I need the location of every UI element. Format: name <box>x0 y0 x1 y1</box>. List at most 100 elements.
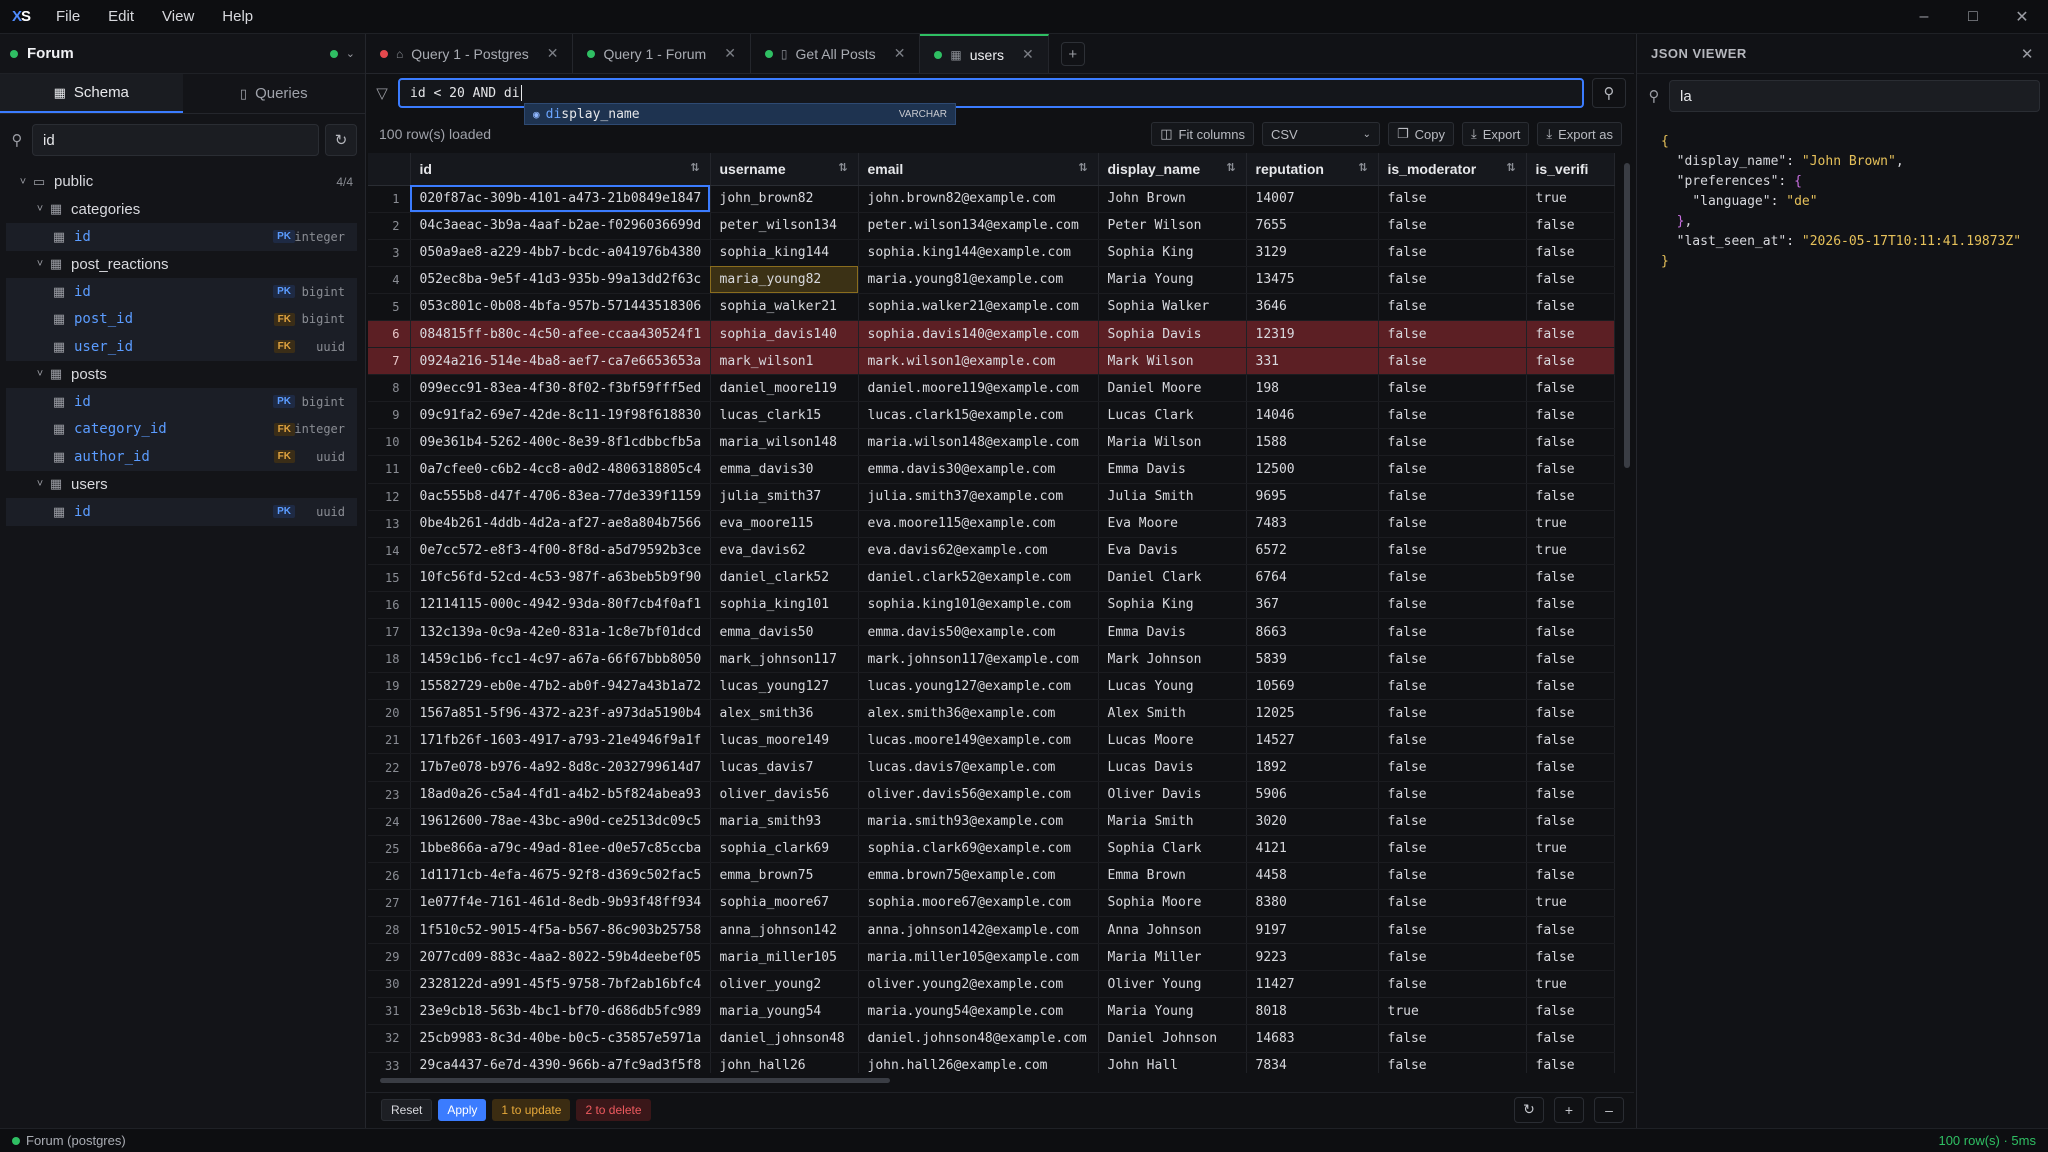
cell-email[interactable]: maria.wilson148@example.com <box>858 428 1099 457</box>
cell-is_moderator[interactable]: false <box>1378 672 1527 701</box>
cell-username[interactable]: lucas_clark15 <box>710 401 859 430</box>
cell-is_verifi[interactable]: true <box>1526 835 1615 863</box>
cell-email[interactable]: anna.johnson142@example.com <box>858 916 1099 945</box>
cell-username[interactable]: mark_johnson117 <box>710 645 859 674</box>
cell-reputation[interactable]: 6764 <box>1246 564 1379 592</box>
cell-is_verifi[interactable]: true <box>1526 185 1615 213</box>
table-row[interactable]: 22 17b7e078-b976-4a92-8d8c-2032799614d7 lu… <box>368 753 1615 782</box>
cell-is_verifi[interactable]: false <box>1526 672 1615 701</box>
cell-is_verifi[interactable]: false <box>1526 645 1615 674</box>
cell-display_name[interactable]: Lucas Young <box>1098 672 1247 701</box>
cell-id[interactable]: 29ca4437-6e7d-4390-966b-a7fc9ad3f5f8 <box>410 1052 711 1073</box>
cell-username[interactable]: john_brown82 <box>710 185 859 213</box>
table-row[interactable]: 28 1f510c52-9015-4f5a-b567-86c903b25758 an… <box>368 916 1615 945</box>
column-header-username[interactable]: username ⇅ <box>710 153 859 186</box>
column-header-email[interactable]: email ⇅ <box>858 153 1099 186</box>
cell-display_name[interactable]: Daniel Moore <box>1098 374 1247 403</box>
table-row[interactable]: 15 10fc56fd-52cd-4c53-987f-a63beb5b9f90 da… <box>368 564 1615 592</box>
cell-reputation[interactable]: 14046 <box>1246 401 1379 430</box>
cell-display_name[interactable]: Peter Wilson <box>1098 212 1247 240</box>
cell-id[interactable]: 04c3aeac-3b9a-4aaf-b2ae-f0296036699d <box>410 212 711 240</box>
cell-is_moderator[interactable]: false <box>1378 401 1527 430</box>
close-icon[interactable]: ✕ <box>724 45 736 62</box>
cell-reputation[interactable]: 3020 <box>1246 808 1379 836</box>
table-row[interactable]: 30 2328122d-a991-45f5-9758-7bf2ab16bfc4 ol… <box>368 970 1615 999</box>
cell-is_verifi[interactable]: false <box>1526 781 1615 809</box>
cell-email[interactable]: emma.davis30@example.com <box>858 455 1099 484</box>
cell-email[interactable]: maria.smith93@example.com <box>858 808 1099 836</box>
cell-is_verifi[interactable]: false <box>1526 564 1615 592</box>
chevron-down-icon[interactable]: ⌄ <box>346 47 355 60</box>
close-window-icon[interactable]: ✕ <box>1998 0 2046 34</box>
cell-reputation[interactable]: 14527 <box>1246 726 1379 755</box>
table-row[interactable]: 26 1d1171cb-4efa-4675-92f8-d369c502fac5 em… <box>368 862 1615 890</box>
table-row[interactable]: 13 0be4b261-4ddb-4d2a-af27-ae8a804b7566 ev… <box>368 510 1615 538</box>
cell-email[interactable]: emma.davis50@example.com <box>858 618 1099 647</box>
cell-id[interactable]: 1459c1b6-fcc1-4c97-a67a-66f67bbb8050 <box>410 645 711 674</box>
cell-is_verifi[interactable]: false <box>1526 916 1615 945</box>
cell-display_name[interactable]: Lucas Davis <box>1098 753 1247 782</box>
delete-row-button[interactable]: – <box>1594 1096 1624 1123</box>
table-row[interactable]: 8 099ecc91-83ea-4f30-8f02-f3bf59fff5ed dan… <box>368 374 1615 403</box>
sort-icon[interactable]: ⇅ <box>838 161 847 174</box>
cell-is_verifi[interactable]: false <box>1526 347 1615 376</box>
table-row[interactable]: 6 084815ff-b80c-4c50-afee-ccaa430524f1 sop… <box>368 320 1615 349</box>
cell-email[interactable]: lucas.davis7@example.com <box>858 753 1099 782</box>
table-row[interactable]: 19 15582729-eb0e-47b2-ab0f-9427a43b1a72 lu… <box>368 672 1615 701</box>
cell-email[interactable]: sophia.clark69@example.com <box>858 835 1099 863</box>
cell-reputation[interactable]: 7655 <box>1246 212 1379 240</box>
table-row[interactable]: 18 1459c1b6-fcc1-4c97-a67a-66f67bbb8050 ma… <box>368 645 1615 674</box>
column-header-id[interactable]: id ⇅ <box>410 153 711 186</box>
cell-display_name[interactable]: Sophia King <box>1098 591 1247 620</box>
cell-id[interactable]: 0e7cc572-e8f3-4f00-8f8d-a5d79592b3ce <box>410 537 711 565</box>
cell-reputation[interactable]: 367 <box>1246 591 1379 620</box>
cell-id[interactable]: 18ad0a26-c5a4-4fd1-a4b2-b5f824abea93 <box>410 781 711 809</box>
sort-icon[interactable]: ⇅ <box>1226 161 1235 174</box>
table-row[interactable]: 3 050a9ae8-a229-4bb7-bcdc-a041976b4380 sop… <box>368 239 1615 267</box>
cell-is_moderator[interactable]: false <box>1378 1024 1527 1053</box>
cell-id[interactable]: 1bbe866a-a79c-49ad-81ee-d0e57c85ccba <box>410 835 711 863</box>
close-icon[interactable]: ✕ <box>894 45 906 62</box>
cell-id[interactable]: 15582729-eb0e-47b2-ab0f-9427a43b1a72 <box>410 672 711 701</box>
cell-is_verifi[interactable]: false <box>1526 591 1615 620</box>
cell-reputation[interactable]: 1892 <box>1246 753 1379 782</box>
connection-header[interactable]: Forum ⌄ <box>0 34 365 74</box>
cell-id[interactable]: 053c801c-0b08-4bfa-957b-571443518306 <box>410 293 711 321</box>
cell-username[interactable]: maria_young82 <box>710 266 859 294</box>
cell-is_moderator[interactable]: false <box>1378 889 1527 918</box>
cell-username[interactable]: maria_miller105 <box>710 943 859 972</box>
cell-is_verifi[interactable]: false <box>1526 997 1615 1026</box>
tab-queries[interactable]: ▯ Queries <box>183 74 366 113</box>
cell-display_name[interactable]: Oliver Davis <box>1098 781 1247 809</box>
column-header-is_moderator[interactable]: is_moderator ⇅ <box>1378 153 1527 186</box>
cell-display_name[interactable]: Emma Brown <box>1098 862 1247 890</box>
cell-username[interactable]: mark_wilson1 <box>710 347 859 376</box>
cell-username[interactable]: oliver_davis56 <box>710 781 859 809</box>
sort-icon[interactable]: ⇅ <box>690 161 699 174</box>
cell-email[interactable]: lucas.young127@example.com <box>858 672 1099 701</box>
tab-query-1-postgres[interactable]: ⌂ Query 1 - Postgres ✕ <box>366 34 574 73</box>
cell-username[interactable]: daniel_johnson48 <box>710 1024 859 1053</box>
cell-email[interactable]: sophia.king101@example.com <box>858 591 1099 620</box>
cell-is_verifi[interactable]: false <box>1526 266 1615 294</box>
cell-id[interactable]: 171fb26f-1603-4917-a793-21e4946f9a1f <box>410 726 711 755</box>
horizontal-scrollbar[interactable] <box>372 1078 1624 1084</box>
table-row[interactable]: 2 04c3aeac-3b9a-4aaf-b2ae-f0296036699d pet… <box>368 212 1615 240</box>
cell-reputation[interactable]: 9223 <box>1246 943 1379 972</box>
cell-reputation[interactable]: 8663 <box>1246 618 1379 647</box>
cell-id[interactable]: 2077cd09-883c-4aa2-8022-59b4deebef05 <box>410 943 711 972</box>
cell-display_name[interactable]: Daniel Johnson <box>1098 1024 1247 1053</box>
minimize-icon[interactable]: – <box>1900 0 1948 34</box>
cell-email[interactable]: lucas.moore149@example.com <box>858 726 1099 755</box>
cell-is_verifi[interactable]: false <box>1526 1024 1615 1053</box>
chevron-down-icon[interactable]: ˅ <box>33 258 47 270</box>
cell-is_moderator[interactable]: false <box>1378 347 1527 376</box>
cell-username[interactable]: sophia_king101 <box>710 591 859 620</box>
tab-schema[interactable]: ▦ Schema <box>0 74 183 113</box>
cell-username[interactable]: eva_moore115 <box>710 510 859 538</box>
table-row[interactable]: 17 132c139a-0c9a-42e0-831a-1c8e7bf01dcd em… <box>368 618 1615 647</box>
cell-username[interactable]: maria_young54 <box>710 997 859 1026</box>
cell-id[interactable]: 17b7e078-b976-4a92-8d8c-2032799614d7 <box>410 753 711 782</box>
table-row[interactable]: 21 171fb26f-1603-4917-a793-21e4946f9a1f lu… <box>368 726 1615 755</box>
cell-username[interactable]: daniel_moore119 <box>710 374 859 403</box>
